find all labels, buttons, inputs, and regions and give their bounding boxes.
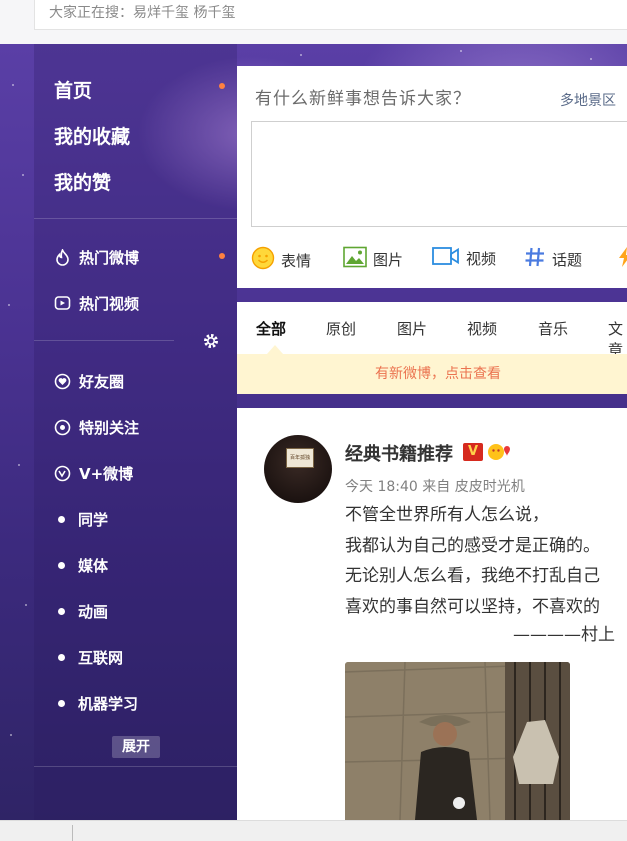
nav-group-label: 好友圈	[79, 372, 125, 391]
nav-home-dot	[219, 83, 225, 89]
eye-circle-icon	[54, 419, 71, 436]
nav-group-label: 互联网	[78, 648, 124, 667]
image-icon	[343, 246, 367, 272]
nav-group-label: 机器学习	[78, 694, 139, 713]
new-posts-notice[interactable]: 有新微博，点击查看	[237, 354, 627, 394]
bullet-icon	[58, 561, 65, 569]
nav-hot-dot	[219, 253, 225, 259]
tab-original[interactable]: 原创	[326, 318, 356, 339]
bullet-icon	[58, 653, 65, 661]
nav-group-animation[interactable]: 动画	[54, 600, 108, 622]
emoji-tool-label: 表情	[281, 251, 312, 270]
tab-images[interactable]: 图片	[397, 318, 427, 339]
nav-divider	[34, 340, 174, 341]
nav-group-ml[interactable]: 机器学习	[54, 692, 138, 714]
fan-club-icon	[487, 442, 511, 462]
gear-icon[interactable]	[202, 332, 220, 350]
video-tool-label: 视频	[466, 249, 497, 268]
image-tool-label: 图片	[373, 250, 404, 269]
nav-home[interactable]: 首页	[54, 76, 92, 103]
nav-group-label: 动画	[78, 602, 109, 621]
bullet-icon	[58, 607, 65, 615]
nav-group-media[interactable]: 媒体	[54, 554, 108, 576]
bottom-bar	[0, 820, 627, 841]
nav-group-label: V+微博	[79, 464, 134, 483]
video-tool[interactable]: 视频	[432, 246, 496, 270]
topic-tool-label: 话题	[552, 250, 583, 269]
bullet-icon	[58, 699, 65, 707]
left-sidebar: 首页 我的收藏 我的赞 热门微博 热门视频 好友圈 特别关注 V+微博 同学 媒…	[34, 44, 237, 820]
divider	[72, 825, 73, 841]
nav-hot-video[interactable]: 热门视频	[54, 292, 139, 314]
expand-button[interactable]: 展开	[112, 736, 160, 758]
nav-group-label: 特别关注	[79, 418, 140, 437]
nav-group-label: 同学	[78, 510, 109, 529]
post-signature: ————村上	[513, 625, 615, 645]
nav-hot-weibo[interactable]: 热门微博	[54, 246, 139, 268]
flame-icon	[54, 248, 71, 266]
new-posts-notice-text: 有新微博，点击查看	[375, 366, 501, 382]
nav-group-vplus[interactable]: V+微博	[54, 462, 133, 484]
nav-divider	[34, 766, 237, 767]
nav-favorites[interactable]: 我的收藏	[54, 122, 130, 149]
post-line: 我都认为自己的感受才是正确的。	[345, 535, 600, 556]
smiley-icon	[251, 246, 275, 274]
emoji-tool[interactable]: 表情	[251, 246, 311, 274]
post-meta: 今天 18:40 来自 皮皮时光机	[345, 476, 525, 496]
nav-group-special[interactable]: 特别关注	[54, 416, 139, 438]
tab-music[interactable]: 音乐	[538, 318, 568, 339]
nav-likes[interactable]: 我的赞	[54, 168, 111, 195]
video-play-icon	[54, 295, 71, 312]
hashtag-icon	[524, 246, 546, 272]
post-composer: 有什么新鲜事想告诉大家？ 多地景区 表情 图片 视频 话题	[237, 66, 627, 288]
top-bar: 大家正在搜：易烊千玺 杨千玺	[0, 0, 627, 44]
nav-group-friends[interactable]: 好友圈	[54, 370, 124, 392]
vplus-icon	[54, 465, 71, 482]
lightning-icon	[617, 246, 627, 272]
feed-tabs: 全部 原创 图片 视频 音乐 文章	[237, 302, 627, 359]
post-source[interactable]: 皮皮时光机	[455, 479, 525, 495]
nav-group-internet[interactable]: 互联网	[54, 646, 123, 668]
tab-all[interactable]: 全部	[256, 318, 286, 339]
active-tab-caret	[267, 345, 283, 354]
post-line: 喜欢的事自然可以坚持，不喜欢的	[345, 596, 600, 617]
topic-tool[interactable]: 话题	[524, 246, 582, 272]
post-image[interactable]	[345, 662, 570, 820]
author-name[interactable]: 经典书籍推荐	[345, 440, 453, 466]
video-camera-icon	[432, 246, 460, 270]
tab-videos[interactable]: 视频	[467, 318, 497, 339]
nav-group-classmates[interactable]: 同学	[54, 508, 108, 530]
search-input[interactable]: 大家正在搜：易烊千玺 杨千玺	[34, 0, 627, 30]
more-tool[interactable]	[617, 246, 627, 272]
post-line: 不管全世界所有人怎么说，	[345, 505, 549, 525]
post-source-prefix: 来自	[422, 479, 451, 495]
nav-group-label: 媒体	[78, 556, 109, 575]
post-text: 不管全世界所有人怎么说， 我都认为自己的感受才是正确的。 无论别人怎么看，我绝不…	[345, 500, 615, 645]
composer-textarea[interactable]	[251, 121, 627, 227]
avatar[interactable]: 百年孤独	[264, 435, 332, 503]
post-time[interactable]: 今天 18:40	[345, 479, 418, 495]
verified-badge: V	[463, 443, 483, 461]
region-link[interactable]: 多地景区	[560, 90, 616, 110]
nav-hot-weibo-label: 热门微博	[79, 248, 140, 267]
image-tool[interactable]: 图片	[343, 246, 403, 272]
nav-hot-video-label: 热门视频	[79, 294, 140, 313]
post-line: 无论别人怎么看，我绝不打乱自己	[345, 566, 600, 586]
nav-divider	[34, 218, 237, 219]
avatar-book-label: 百年孤独	[289, 455, 310, 461]
heart-circle-icon	[54, 373, 71, 390]
composer-prompt: 有什么新鲜事想告诉大家？	[255, 89, 471, 109]
bullet-icon	[58, 515, 65, 523]
book-cover-icon: 百年孤独	[286, 448, 314, 468]
feed-post: 百年孤独 经典书籍推荐 V 今天 18:40 来自 皮皮时光机 不管全世界所有人…	[237, 408, 627, 820]
